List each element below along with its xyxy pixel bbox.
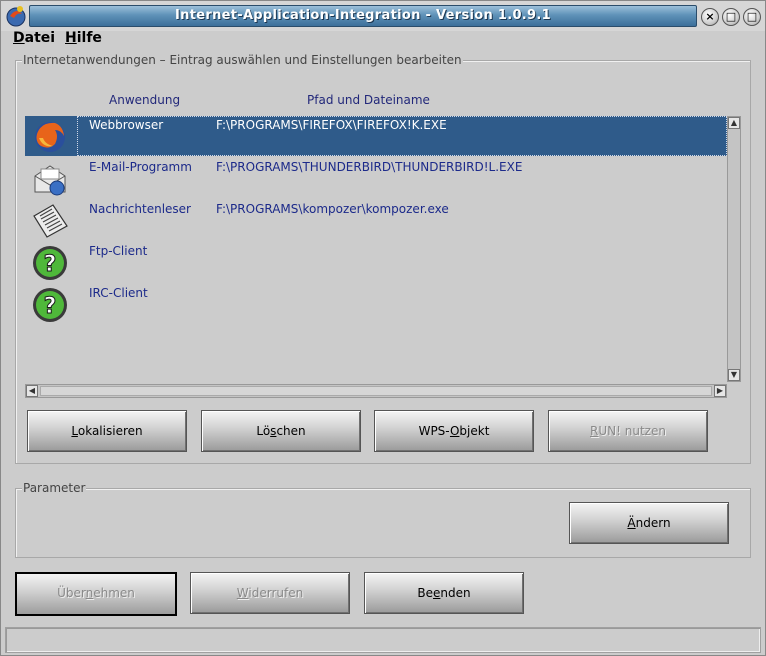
horizontal-scroll-thumb[interactable]: [40, 386, 712, 396]
app-name: Nachrichtenleser: [89, 202, 191, 216]
menu-hilfe-mnemonic: H: [65, 30, 77, 46]
application-list[interactable]: Anwendung Pfad und Dateiname Webbrowser …: [25, 86, 741, 398]
change-label: ndern: [635, 516, 671, 530]
delete-label-end: chen: [276, 424, 306, 438]
parameter-group-title: Parameter: [22, 481, 87, 495]
horizontal-scrollbar[interactable]: ◀ ▶: [25, 384, 727, 398]
locate-button[interactable]: Lokalisieren: [27, 410, 187, 452]
apply-label-end: ehmen: [93, 586, 135, 600]
list-item-ftp[interactable]: ? Ftp-Client: [25, 242, 727, 284]
undo-button[interactable]: Widerrufen: [190, 572, 350, 614]
svg-text:?: ?: [44, 252, 57, 277]
wps-label-end: bjekt: [459, 424, 490, 438]
status-bar: [5, 627, 761, 653]
column-header-application[interactable]: Anwendung: [109, 93, 180, 107]
question-icon: ?: [33, 246, 67, 280]
change-button[interactable]: Ändern: [569, 502, 729, 544]
title-bar[interactable]: Internet-Application-Integration - Versi…: [1, 1, 765, 31]
email-icon: [34, 165, 66, 196]
app-name: Webbrowser: [89, 118, 164, 132]
run-label: UN! nutzen: [598, 424, 666, 438]
change-mnemonic: Ä: [627, 516, 636, 530]
app-name: E-Mail-Programm: [89, 160, 192, 174]
apps-group-title: Internetanwendungen – Eintrag auswählen …: [22, 53, 463, 67]
undo-label: iderrufen: [248, 586, 304, 600]
menu-datei-mnemonic: D: [13, 30, 25, 46]
window-title: Internet-Application-Integration - Versi…: [29, 5, 697, 27]
apply-label-start: Über: [57, 586, 86, 600]
exit-button[interactable]: Beenden: [364, 572, 524, 614]
app-path: F:\PROGRAMS\kompozer\kompozer.exe: [216, 202, 449, 216]
scroll-left-icon[interactable]: ◀: [26, 385, 38, 397]
apply-button[interactable]: Übernehmen: [15, 572, 177, 616]
delete-label-start: Lö: [256, 424, 271, 438]
undo-mnemonic: W: [236, 586, 249, 600]
scroll-up-icon[interactable]: ▲: [728, 117, 740, 129]
app-path: F:\PROGRAMS\THUNDERBIRD\THUNDERBIRD!L.EX…: [216, 160, 523, 174]
exit-label-end: nden: [440, 586, 471, 600]
menu-datei[interactable]: Datei: [13, 30, 55, 46]
run-use-button[interactable]: RUN! nutzen: [548, 410, 708, 452]
menu-hilfe[interactable]: Hilfe: [65, 30, 102, 46]
maximize-icon[interactable]: □: [743, 8, 761, 26]
main-window: Internet-Application-Integration - Versi…: [0, 0, 766, 656]
app-name: Ftp-Client: [89, 244, 148, 258]
scroll-down-icon[interactable]: ▼: [728, 369, 740, 381]
wps-mnemonic: O: [449, 424, 460, 438]
vertical-scrollbar[interactable]: ▲ ▼: [727, 116, 741, 382]
restore-icon[interactable]: □: [722, 8, 740, 26]
firefox-icon: [35, 122, 65, 152]
question-icon: ?: [33, 288, 67, 322]
column-header-path[interactable]: Pfad und Dateiname: [307, 93, 430, 107]
app-system-icon[interactable]: [5, 4, 27, 28]
svg-text:?: ?: [44, 294, 57, 319]
scroll-right-icon[interactable]: ▶: [714, 385, 726, 397]
list-item-email[interactable]: E-Mail-Programm F:\PROGRAMS\THUNDERBIRD\…: [25, 158, 727, 200]
locate-label: okalisieren: [77, 424, 143, 438]
list-item-irc[interactable]: ? IRC-Client: [25, 284, 727, 326]
app-name: IRC-Client: [89, 286, 148, 300]
wps-label-start: WPS-: [418, 424, 450, 438]
menu-datei-label: atei: [24, 30, 56, 46]
exit-label-start: Be: [417, 586, 433, 600]
menu-hilfe-label: ilfe: [76, 30, 102, 46]
menu-bar: Datei Hilfe: [1, 29, 765, 49]
newspaper-icon: [33, 204, 68, 238]
list-item-newsreader[interactable]: Nachrichtenleser F:\PROGRAMS\kompozer\ko…: [25, 200, 727, 242]
app-path: F:\PROGRAMS\FIREFOX\FIREFOX!K.EXE: [216, 118, 447, 132]
list-item-webbrowser[interactable]: Webbrowser F:\PROGRAMS\FIREFOX\FIREFOX!K…: [25, 116, 727, 158]
close-icon[interactable]: ×: [701, 8, 719, 26]
wps-object-button[interactable]: WPS-Objekt: [374, 410, 534, 452]
delete-button[interactable]: Löschen: [201, 410, 361, 452]
